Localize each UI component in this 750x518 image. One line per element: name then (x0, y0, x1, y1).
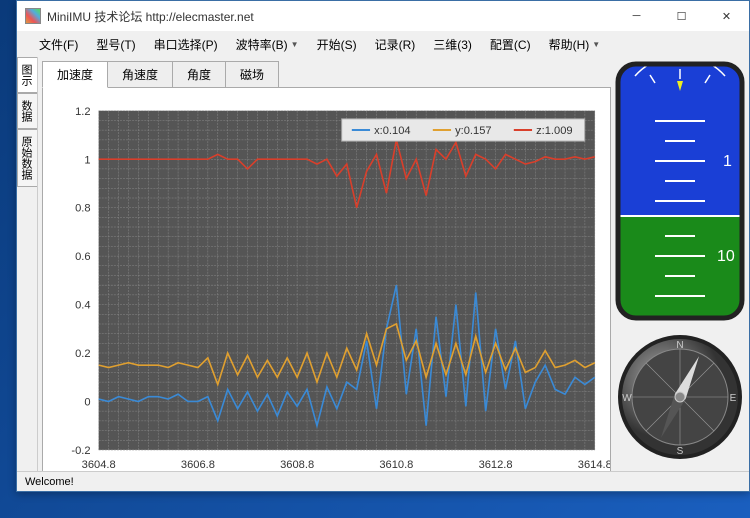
tab-accel[interactable]: 加速度 (42, 61, 108, 88)
svg-text:3604.8: 3604.8 (82, 459, 116, 471)
maximize-button[interactable]: ☐ (659, 1, 704, 31)
svg-text:z:1.009: z:1.009 (536, 125, 573, 137)
app-icon (25, 8, 41, 24)
gauges-panel: 1 10 (615, 61, 745, 467)
menu-3d[interactable]: 三维(3) (425, 32, 480, 57)
svg-text:3614.8: 3614.8 (578, 459, 610, 471)
svg-text:3608.8: 3608.8 (280, 459, 314, 471)
tab-angle[interactable]: 角度 (172, 61, 226, 88)
svg-text:y:0.157: y:0.157 (455, 125, 492, 137)
svg-text:0.6: 0.6 (75, 251, 90, 263)
line-chart: -0.2 0 0.2 0.4 0.6 0.8 1 1.2 3604.8 3606.8 3608.8 3… (43, 88, 610, 488)
window-title: MiniIMU 技术论坛 http://elecmaster.net (47, 8, 254, 25)
svg-text:0.2: 0.2 (75, 348, 90, 360)
svg-text:W: W (622, 393, 632, 404)
svg-text:-0.2: -0.2 (71, 445, 90, 457)
svg-text:0: 0 (84, 397, 90, 409)
svg-text:1: 1 (84, 154, 90, 166)
statusbar: Welcome! (17, 471, 749, 491)
menu-config[interactable]: 配置(C) (482, 32, 539, 57)
chevron-down-icon: ▼ (291, 40, 299, 49)
svg-text:x:0.104: x:0.104 (374, 125, 411, 137)
svg-text:S: S (677, 446, 684, 457)
app-window: MiniIMU 技术论坛 http://elecmaster.net ─ ☐ ✕… (16, 0, 750, 492)
main-panel: 加速度 角速度 角度 磁场 -0.2 0 0.2 0.4 0.6 0.8 1 1.2 3604.… (38, 57, 749, 471)
svg-text:3612.8: 3612.8 (479, 459, 513, 471)
svg-text:0.8: 0.8 (75, 203, 90, 215)
side-tab-data[interactable]: 数据 (17, 93, 37, 129)
menu-help[interactable]: 帮助(H)▼ (541, 32, 609, 57)
close-button[interactable]: ✕ (704, 1, 749, 31)
side-tab-raw[interactable]: 原始数据 (17, 129, 37, 187)
svg-text:3606.8: 3606.8 (181, 459, 215, 471)
svg-text:0.4: 0.4 (75, 300, 90, 312)
attitude-indicator: 1 10 (615, 61, 745, 326)
chart-panel: 加速度 角速度 角度 磁场 -0.200.20.40.60.811.23604.… (42, 61, 611, 467)
minimize-button[interactable]: ─ (614, 1, 659, 31)
svg-text:1.2: 1.2 (75, 106, 90, 118)
svg-text:E: E (730, 393, 737, 404)
menu-record[interactable]: 记录(R) (367, 32, 424, 57)
svg-text:10: 10 (717, 248, 735, 265)
side-tab-graph[interactable]: 图示 (17, 57, 37, 93)
data-tabs: 加速度 角速度 角度 磁场 (42, 61, 611, 88)
menu-model[interactable]: 型号(T) (88, 32, 143, 57)
side-tabs: 图示 数据 原始数据 (17, 57, 38, 471)
svg-text:1: 1 (723, 153, 732, 170)
chart-container: -0.2 0 0.2 0.4 0.6 0.8 1 1.2 3604.8 3606.8 3608.8 3… (42, 87, 611, 489)
compass-gauge: N E S W (615, 332, 745, 467)
menu-port[interactable]: 串口选择(P) (146, 32, 226, 57)
client-area: 图示 数据 原始数据 加速度 角速度 角度 磁场 -0.2 0 0.2 0.4 0.6 0… (17, 57, 749, 471)
status-text: Welcome! (25, 476, 74, 488)
titlebar[interactable]: MiniIMU 技术论坛 http://elecmaster.net ─ ☐ ✕ (17, 1, 749, 31)
menu-file[interactable]: 文件(F) (31, 32, 86, 57)
tab-mag[interactable]: 磁场 (225, 61, 279, 88)
menu-baud[interactable]: 波特率(B)▼ (228, 32, 307, 57)
tab-gyro[interactable]: 角速度 (107, 61, 173, 88)
chevron-down-icon: ▼ (592, 40, 600, 49)
menubar: 文件(F) 型号(T) 串口选择(P) 波特率(B)▼ 开始(S) 记录(R) … (17, 31, 749, 57)
svg-text:3610.8: 3610.8 (379, 459, 413, 471)
menu-start[interactable]: 开始(S) (309, 32, 365, 57)
